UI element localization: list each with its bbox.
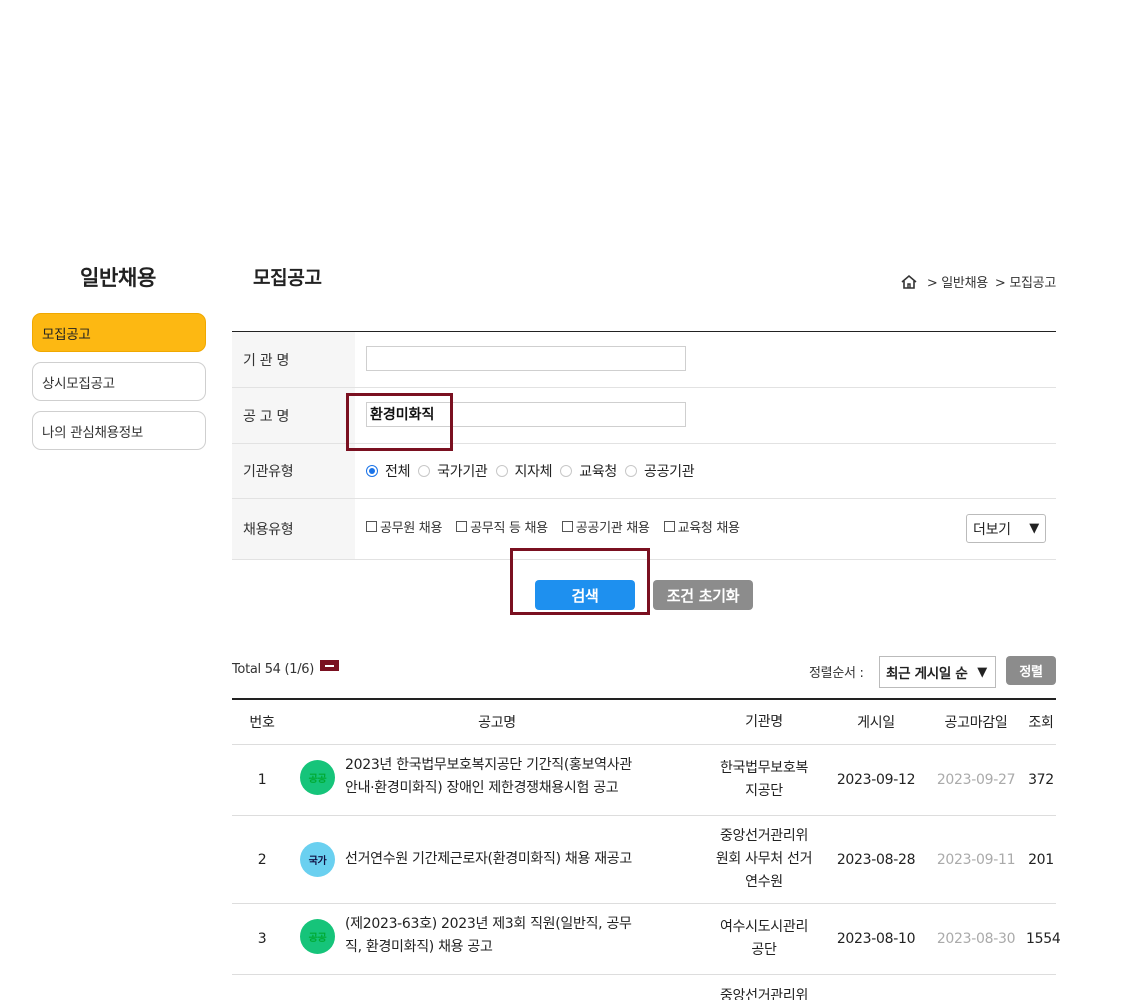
sidebar-item-always-recruit[interactable]: 상시모집공고 <box>32 362 206 401</box>
notice-name-label: 공 고 명 <box>232 388 355 443</box>
total-count: Total 54 (1/6) <box>232 660 340 677</box>
col-header-views: 조회 <box>1028 715 1054 731</box>
checkbox-icon[interactable] <box>561 520 573 532</box>
row-posted: 2023-08-28 <box>836 851 916 868</box>
sort-button[interactable]: 정렬 <box>1006 656 1056 685</box>
home-icon[interactable] <box>900 274 918 290</box>
sidebar-title: 일반채용 <box>80 266 157 290</box>
row-views: 201 <box>1028 851 1054 868</box>
org-name-row: 기 관 명 <box>232 332 1056 388</box>
triangle-down-icon: ▼ <box>977 664 987 680</box>
row-due: 2023-09-11 <box>936 851 1016 868</box>
col-header-org: 기관명 <box>745 713 783 730</box>
table-row[interactable]: 2 국가 선거연수원 기간제근로자(환경미화직) 채용 재공고 중앙선거관리위 … <box>232 816 1056 904</box>
row-due: 2023-08-30 <box>936 931 1016 947</box>
radio-icon[interactable] <box>625 465 637 477</box>
org-type-label: 기관유형 <box>232 444 355 498</box>
highlight-box-search-button <box>510 548 650 615</box>
org-type-option-education[interactable]: 교육청 <box>560 461 617 481</box>
hire-type-check-group: 공무원 채용 공무직 등 채용 공공기관 채용 교육청 채용 <box>366 517 754 536</box>
org-name-label: 기 관 명 <box>232 332 355 387</box>
org-type-option-public[interactable]: 공공기관 <box>625 461 695 481</box>
col-header-no: 번호 <box>249 715 275 731</box>
row-posted: 2023-09-12 <box>836 772 916 788</box>
hire-type-option-public[interactable]: 공공기관 채용 <box>561 517 650 536</box>
triangle-down-icon: ▼ <box>1029 521 1039 536</box>
notice-title-link[interactable]: 2023년 한국법무보호복지공단 기간직(홍보역사관 안내·환경미화직) 장애인… <box>345 754 632 800</box>
row-org: 중앙선거관리위 <box>719 988 809 1000</box>
page-title: 모집공고 <box>253 267 322 289</box>
row-posted: 2023-08-10 <box>836 931 916 947</box>
table-row[interactable]: 1 공공 2023년 한국법무보호복지공단 기간직(홍보역사관 안내·환경미화직… <box>232 745 1056 816</box>
hire-type-option-civil[interactable]: 공무원 채용 <box>366 517 442 536</box>
radio-icon[interactable] <box>495 465 508 477</box>
row-views: 372 <box>1028 772 1054 788</box>
checkbox-icon[interactable] <box>456 520 468 532</box>
table-row[interactable]: 3 공공 (제2023-63호) 2023년 제3회 직원(일반직, 공무 직,… <box>232 904 1061 975</box>
row-org: 여수시도시관리 공단 <box>719 919 809 958</box>
radio-icon[interactable] <box>560 465 573 477</box>
row-org: 중앙선거관리위 원회 사무처 선거 연수원 <box>715 828 813 890</box>
sidebar-item-my-interest[interactable]: 나의 관심채용정보 <box>32 411 206 450</box>
table-header: 번호 공고명 기관명 게시일 공고마감일 조회 <box>232 700 1056 745</box>
row-org: 한국법무보호복 지공단 <box>719 760 809 799</box>
reset-filters-button[interactable]: 조건 초기화 <box>653 580 753 610</box>
radio-icon[interactable] <box>418 465 431 477</box>
collapse-icon[interactable] <box>320 660 340 671</box>
row-due: 2023-09-27 <box>936 772 1016 788</box>
more-button[interactable]: 더보기 ▼ <box>966 514 1046 543</box>
breadcrumb-item[interactable]: > 모집공고 <box>995 272 1056 291</box>
org-type-option-all[interactable]: 전체 <box>366 461 410 481</box>
hire-type-option-contract[interactable]: 공무직 등 채용 <box>456 517 548 536</box>
checkbox-icon[interactable] <box>366 520 377 532</box>
hire-type-label: 채용유형 <box>232 499 355 559</box>
sort-order-select[interactable]: 최근 게시일 순 ▼ <box>879 656 996 688</box>
org-name-input[interactable] <box>366 346 686 371</box>
public-badge-icon: 공공 <box>300 759 335 795</box>
checkbox-icon[interactable] <box>663 520 675 532</box>
radio-selected-icon[interactable] <box>366 465 378 477</box>
org-type-option-national[interactable]: 국가기관 <box>418 461 488 481</box>
notice-table: 번호 공고명 기관명 게시일 공고마감일 조회 1 공공 2023년 한국법무보… <box>232 698 1061 1000</box>
sidebar-item-label: 모집공고 <box>42 326 91 343</box>
sidebar-menu: 모집공고 상시모집공고 나의 관심채용정보 <box>32 313 206 460</box>
highlight-box-notice-name <box>346 393 453 451</box>
national-badge-icon: 국가 <box>300 842 335 877</box>
sort-label: 정렬순서 : <box>809 666 864 681</box>
sidebar-item-label: 나의 관심채용정보 <box>42 424 143 441</box>
notice-title-link[interactable]: 선거연수원 기간제근로자(환경미화직) 채용 재공고 <box>345 848 632 871</box>
org-type-row: 기관유형 전체 국가기관 지자체 교육청 공공기관 <box>232 444 1056 499</box>
sidebar-item-recruit-notice[interactable]: 모집공고 <box>32 313 206 352</box>
sidebar-item-label: 상시모집공고 <box>42 375 115 392</box>
breadcrumb-item[interactable]: > 일반채용 <box>927 272 988 291</box>
row-views: 1554 <box>1026 931 1061 947</box>
col-header-posted: 게시일 <box>857 715 895 731</box>
row-no: 2 <box>257 851 267 868</box>
row-no: 1 <box>257 772 267 788</box>
col-header-due: 공고마감일 <box>944 715 1008 731</box>
col-header-title: 공고명 <box>478 715 516 731</box>
notice-title-link[interactable]: (제2023-63호) 2023년 제3회 직원(일반직, 공무 직, 환경미화… <box>345 913 632 959</box>
org-type-radio-group: 전체 국가기관 지자체 교육청 공공기관 <box>366 461 702 481</box>
table-row[interactable]: 중앙선거관리위 <box>232 975 1056 1000</box>
hire-type-option-education[interactable]: 교육청 채용 <box>663 517 740 536</box>
row-no: 3 <box>257 931 267 947</box>
org-type-option-local[interactable]: 지자체 <box>495 461 553 481</box>
public-badge-icon: 공공 <box>300 918 335 954</box>
breadcrumb: > 일반채용 > 모집공고 <box>900 272 1056 291</box>
